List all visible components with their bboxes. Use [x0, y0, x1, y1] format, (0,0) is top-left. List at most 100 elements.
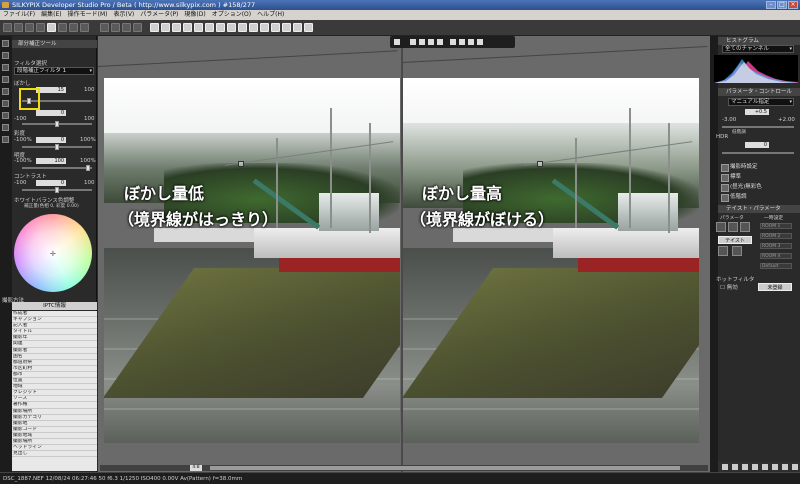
undo-icon[interactable]	[271, 23, 280, 32]
exposure-mode-select[interactable]: マニュアル指定	[728, 98, 794, 106]
brightness-slider-thumb[interactable]	[86, 165, 90, 171]
spot-icon[interactable]	[183, 23, 192, 32]
overlay-icon[interactable]	[437, 39, 443, 45]
next-image-icon[interactable]	[111, 23, 120, 32]
blur-value-field[interactable]: 15	[36, 87, 66, 93]
settings-icon[interactable]	[304, 23, 313, 32]
zoom-200-icon[interactable]	[419, 39, 425, 45]
saturation-slider-thumb[interactable]	[55, 144, 59, 150]
hdr-slider[interactable]	[722, 152, 794, 154]
toggle-icon[interactable]	[782, 464, 788, 470]
close-button[interactable]: ×	[788, 1, 798, 9]
scrollbar-thumb[interactable]	[210, 466, 680, 470]
arrow-icon[interactable]	[450, 39, 456, 45]
straighten-icon[interactable]	[172, 23, 181, 32]
filter-select[interactable]: 段階補正フィルタ 1	[14, 67, 94, 75]
rotate-icon[interactable]	[459, 39, 465, 45]
maximize-button[interactable]: □	[777, 1, 787, 9]
hdr-value-field[interactable]: 0	[745, 142, 769, 148]
gamma-row[interactable]: 低階調	[718, 193, 747, 202]
menu-options[interactable]: オプション(O)	[212, 10, 251, 20]
tool-tab-icon[interactable]	[2, 40, 9, 47]
toggle-icon[interactable]	[752, 464, 758, 470]
room-slot-1[interactable]: ROOM 1	[760, 223, 792, 229]
taste-tool-icon[interactable]	[740, 222, 750, 232]
mail-icon[interactable]	[227, 23, 236, 32]
menu-view[interactable]: 表示(V)	[113, 10, 134, 20]
partial-correction-icon[interactable]	[194, 23, 203, 32]
tool-tab-icon[interactable]	[2, 52, 9, 59]
contrast-value-field[interactable]: 0	[36, 180, 66, 186]
zoom-100-icon[interactable]	[410, 39, 416, 45]
redo-icon[interactable]	[282, 23, 291, 32]
toggle-icon[interactable]	[762, 464, 768, 470]
copy-icon[interactable]	[249, 23, 258, 32]
thumbnail-icon[interactable]	[36, 23, 45, 32]
toggle-icon[interactable]	[722, 464, 728, 470]
toggle-icon[interactable]	[732, 464, 738, 470]
single-view-icon[interactable]	[47, 23, 56, 32]
white-balance-icon[interactable]	[216, 23, 225, 32]
save-icon[interactable]	[14, 23, 23, 32]
redo-view-icon[interactable]	[477, 39, 483, 45]
zoom-level[interactable]: 4:8	[190, 465, 202, 471]
room-slot-2[interactable]: ROOM 2	[760, 233, 792, 239]
hot-filter-disabled-checkbox[interactable]: ☐ 無効	[720, 283, 738, 291]
develop-icon[interactable]	[25, 23, 34, 32]
tool-tab-icon[interactable]	[2, 100, 9, 107]
exposure-slider-thumb[interactable]	[55, 121, 59, 127]
taste-swap-icon[interactable]	[732, 246, 742, 256]
fit-icon[interactable]	[394, 39, 400, 45]
toggle-icon[interactable]	[742, 464, 748, 470]
hot-filter-unset-button[interactable]: 未登録	[758, 283, 792, 291]
taste-move-icon[interactable]	[718, 246, 728, 256]
menu-mode[interactable]: 操作モード(M)	[68, 10, 108, 20]
split-icon[interactable]	[428, 39, 434, 45]
exposure-value-field[interactable]: 0	[36, 110, 66, 116]
tool-tab-icon[interactable]	[2, 88, 9, 95]
brightness-slider[interactable]	[22, 167, 92, 169]
exposure-slider[interactable]	[722, 126, 794, 128]
menu-file[interactable]: ファイル(F)	[3, 10, 35, 20]
rotate-left-icon[interactable]	[122, 23, 131, 32]
selection-handle[interactable]	[537, 161, 543, 167]
selection-handle[interactable]	[238, 161, 244, 167]
tool-tab-icon[interactable]	[2, 124, 9, 131]
fullscreen-icon[interactable]	[80, 23, 89, 32]
wb-row[interactable]: 撮影時設定	[718, 163, 758, 172]
taste-tool-icon[interactable]	[716, 222, 726, 232]
histogram-channel-select[interactable]: 全てのチャンネル	[722, 45, 794, 53]
saturation-value-field[interactable]: 0	[36, 137, 66, 143]
undo-view-icon[interactable]	[468, 39, 474, 45]
prev-image-icon[interactable]	[100, 23, 109, 32]
heal-icon[interactable]	[205, 23, 214, 32]
brightness-value-field[interactable]: 100	[36, 158, 66, 164]
taste-tool-icon[interactable]	[728, 222, 738, 232]
room-slot-4[interactable]: ROOM 4	[760, 253, 792, 259]
menu-develop[interactable]: 現像(D)	[184, 10, 205, 20]
paste-icon[interactable]	[260, 23, 269, 32]
minimize-button[interactable]: –	[766, 1, 776, 9]
room-slot-3[interactable]: ROOM 3	[760, 243, 792, 249]
menu-help[interactable]: ヘルプ(H)	[257, 10, 284, 20]
preview-image-left[interactable]	[104, 78, 400, 443]
print-icon[interactable]	[238, 23, 247, 32]
toggle-icon[interactable]	[772, 464, 778, 470]
tool-tab-icon[interactable]	[2, 76, 9, 83]
tone-row[interactable]: 標準	[718, 173, 741, 182]
tool-tab-icon[interactable]	[2, 136, 9, 143]
toggle-icon[interactable]	[792, 464, 798, 470]
compare-view-icon[interactable]	[58, 23, 67, 32]
room-default[interactable]: Default	[760, 263, 792, 269]
zoom-icon[interactable]	[150, 23, 159, 32]
menu-parameter[interactable]: パラメータ(P)	[140, 10, 178, 20]
taste-button[interactable]: テイスト	[718, 236, 752, 244]
color-row[interactable]: (昼光)無彩色	[718, 183, 762, 192]
menu-edit[interactable]: 編集(E)	[41, 10, 61, 20]
info-icon[interactable]	[293, 23, 302, 32]
contrast-slider-thumb[interactable]	[55, 187, 59, 193]
tool-tab-icon[interactable]	[2, 64, 9, 71]
list-item[interactable]: 見出し	[12, 451, 97, 458]
rotate-right-icon[interactable]	[133, 23, 142, 32]
preview-image-right[interactable]	[403, 78, 699, 443]
